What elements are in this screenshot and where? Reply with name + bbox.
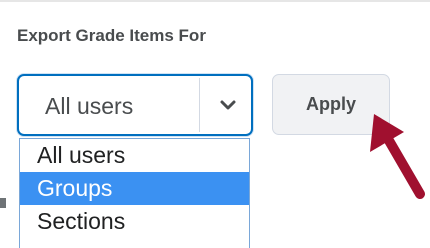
select-current-value: All users (45, 93, 134, 119)
option-groups[interactable]: Groups (20, 172, 249, 205)
user-filter-select[interactable]: All users (17, 74, 253, 136)
user-filter-options: All users Groups Sections (19, 138, 250, 248)
chevron-down-icon (220, 100, 236, 110)
select-divider (199, 78, 200, 132)
option-sections[interactable]: Sections (20, 205, 249, 238)
obscured-content-fragment (0, 198, 6, 208)
top-divider (0, 0, 430, 2)
pointer-arrow-icon (370, 114, 425, 199)
option-all-users[interactable]: All users (20, 139, 249, 172)
export-grade-items-label: Export Grade Items For (17, 26, 206, 45)
